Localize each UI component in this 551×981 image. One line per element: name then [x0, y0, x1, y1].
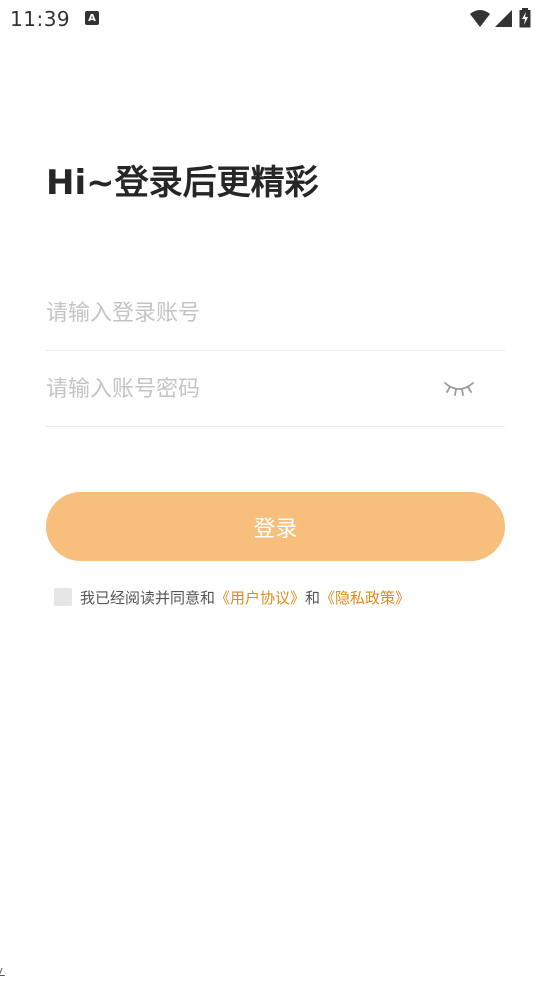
signal-icon: [495, 10, 512, 27]
status-bar: 11:39 A: [0, 0, 551, 38]
wifi-icon: [470, 10, 490, 27]
account-field: [46, 275, 505, 351]
corner-mark: [0, 968, 8, 976]
agreement-row: 我已经阅读并同意和 《用户协议》 和 《隐私政策》: [54, 586, 410, 608]
privacy-policy-link[interactable]: 《隐私政策》: [320, 587, 410, 608]
battery-charging-icon: [519, 8, 531, 28]
status-time: 11:39: [10, 7, 71, 31]
page-title: Hi~登录后更精彩: [46, 163, 319, 203]
notification-icon: A: [85, 11, 99, 25]
password-field: [46, 351, 505, 427]
password-input[interactable]: [46, 351, 426, 427]
agreement-connector-text: 和: [305, 588, 321, 607]
user-agreement-link[interactable]: 《用户协议》: [215, 587, 305, 608]
account-input[interactable]: [46, 275, 426, 351]
agree-checkbox[interactable]: [54, 588, 72, 606]
login-button[interactable]: 登录: [46, 492, 505, 561]
eye-closed-icon[interactable]: [443, 375, 475, 401]
agreement-prefix-text: 我已经阅读并同意和: [80, 588, 216, 607]
